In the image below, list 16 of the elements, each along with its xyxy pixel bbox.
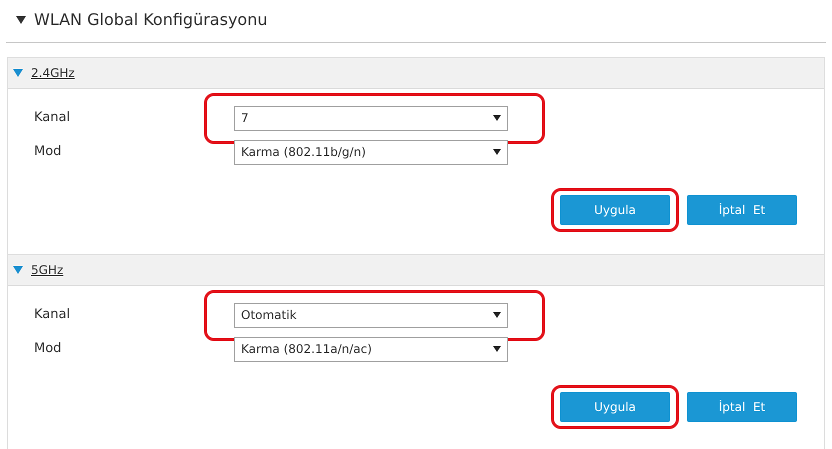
caret-icon [493, 312, 501, 318]
page-title: WLAN Global Konfigürasyonu [34, 9, 268, 31]
field-label: Kanal [33, 306, 72, 324]
mode-select[interactable]: Karma (802.11a/n/ac) [234, 336, 508, 362]
section-title-link[interactable]: 2.4GHz [31, 64, 75, 82]
field-label: Mod [33, 143, 62, 162]
caret-icon [493, 149, 501, 155]
collapse-triangle-icon[interactable] [16, 16, 26, 24]
channel-select[interactable]: 7 [234, 106, 508, 130]
mode-select[interactable]: Karma (802.11b/g/n) [234, 140, 508, 164]
channel-select[interactable]: Otomatik [234, 302, 508, 328]
caret-icon [493, 346, 501, 352]
caret-icon [493, 115, 501, 121]
field-label: Kanal [33, 109, 72, 128]
field-label: Mod [33, 340, 62, 358]
section-title-link[interactable]: 5GHz [31, 261, 64, 279]
